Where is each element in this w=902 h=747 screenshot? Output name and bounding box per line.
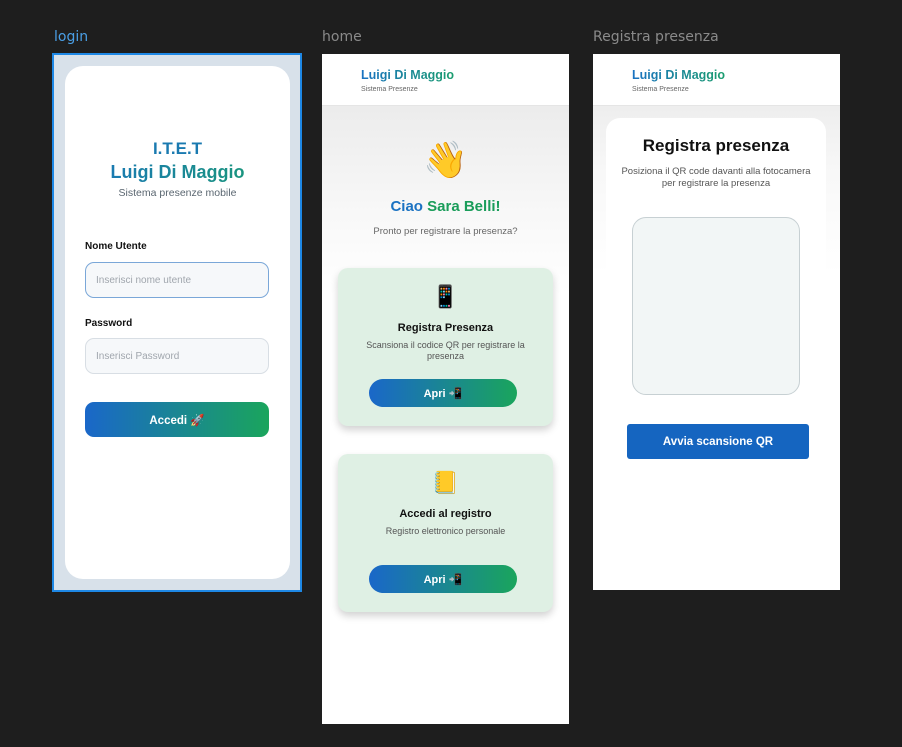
open-registro-button[interactable]: Apri 📲 (369, 565, 517, 593)
school-name: Luigi Di Maggio (65, 162, 290, 183)
waving-hand-icon: 👋 (423, 139, 468, 180)
password-input[interactable] (85, 338, 269, 374)
header-title: Luigi Di Maggio (632, 68, 726, 82)
school-title: I.T.E.T (152, 139, 203, 158)
registra-description: Posiziona il QR code davanti alla fotoca… (621, 166, 811, 189)
header-subtitle: Sistema Presenze (632, 86, 689, 93)
qr-camera-preview[interactable] (632, 217, 800, 395)
greeting: Ciao Sara Belli! (322, 198, 569, 215)
card-registra-presenza[interactable]: 📱 Registra Presenza Scansiona il codice … (338, 268, 553, 426)
login-card: I.T.E.T Luigi Di Maggio Sistema presenze… (65, 66, 290, 579)
login-subtitle: Sistema presenze mobile (118, 187, 237, 199)
start-qr-scan-button[interactable]: Avvia scansione QR (627, 424, 809, 459)
mobile-phone-icon: 📱 (431, 284, 460, 309)
frame-label-registra[interactable]: Registra presenza (593, 29, 719, 45)
open-registra-button[interactable]: Apri 📲 (369, 379, 517, 407)
card-accedi-registro[interactable]: 📒 Accedi al registro Registro elettronic… (338, 454, 553, 612)
login-frame[interactable]: I.T.E.T Luigi Di Maggio Sistema presenze… (52, 53, 302, 592)
frame-label-login[interactable]: login (54, 29, 88, 45)
registra-title: Registra presenza (642, 136, 790, 155)
card-description: Scansiona il codice QR per registrare la… (366, 340, 525, 361)
greeting-subtitle: Pronto per registrare la presenza? (373, 226, 518, 237)
user-name: Sara Belli! (427, 198, 501, 215)
username-label: Nome Utente (85, 241, 147, 252)
username-input[interactable] (85, 262, 269, 298)
app-header: Luigi Di Maggio Sistema Presenze (322, 54, 569, 106)
header-title: Luigi Di Maggio (361, 68, 455, 82)
card-title: Accedi al registro (399, 508, 492, 520)
password-label: Password (85, 318, 133, 329)
app-header: Luigi Di Maggio Sistema Presenze (593, 54, 840, 106)
registra-card: Registra presenza Posiziona il QR code d… (606, 118, 826, 590)
header-subtitle: Sistema Presenze (361, 86, 418, 93)
card-description: Registro elettronico personale (385, 526, 506, 536)
notebook-icon: 📒 (431, 470, 460, 495)
home-frame: Luigi Di Maggio Sistema Presenze 👋 Ciao … (322, 54, 569, 724)
frame-label-home[interactable]: home (322, 29, 362, 45)
login-button[interactable]: Accedi 🚀 (85, 402, 269, 437)
greeting-prefix: Ciao (390, 198, 428, 215)
registra-frame: Luigi Di Maggio Sistema Presenze Registr… (593, 54, 840, 590)
card-title: Registra Presenza (397, 322, 494, 334)
